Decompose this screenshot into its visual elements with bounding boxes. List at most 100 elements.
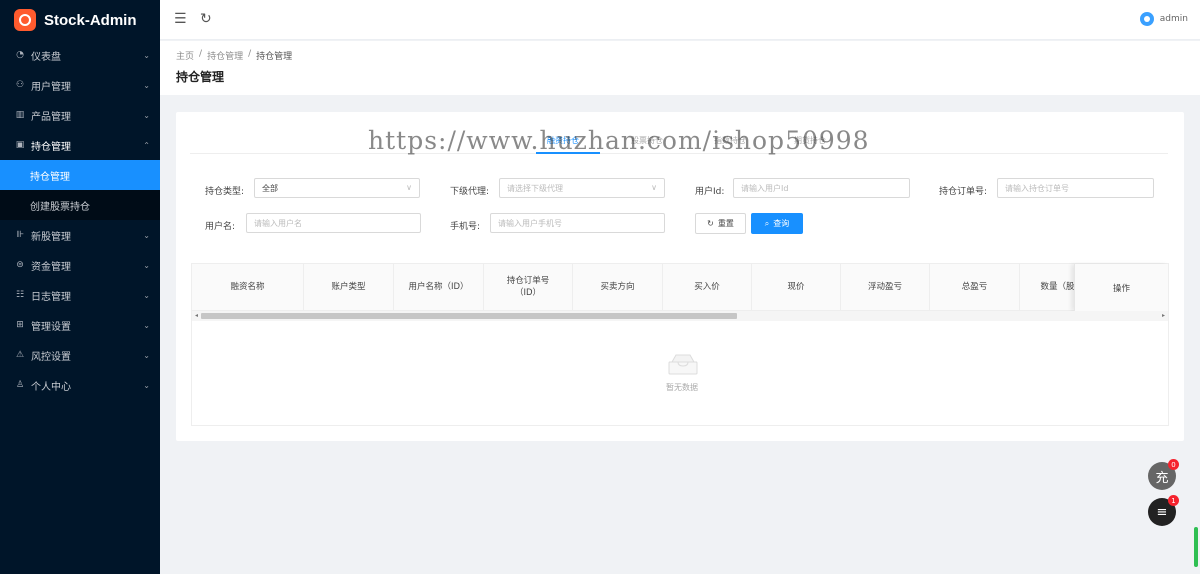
agent-select[interactable]: 请选择下级代理 ∨ [499, 178, 665, 198]
tab-margin-position[interactable]: 融资持仓 [547, 135, 579, 146]
side-indicator [1194, 527, 1198, 567]
sidebar-subitem[interactable]: 持仓管理 [0, 160, 160, 190]
column-header: 浮动盈亏 [841, 264, 930, 310]
chart-icon: ▥ [15, 110, 25, 120]
search-icon: ⌕ [764, 218, 770, 228]
position-type-label: 持仓类型: [205, 187, 245, 197]
column-header: 账户类型 [304, 264, 394, 310]
sidebar-item-label: 个人中心 [31, 381, 71, 393]
recharge-button[interactable]: 充 0 [1148, 459, 1179, 490]
top-header: ☰ ↻ admin [160, 0, 1200, 40]
breadcrumb-parent[interactable]: 持仓管理 [207, 49, 243, 62]
breadcrumb-home[interactable]: 主页 [176, 49, 194, 62]
sidebar-subitem[interactable]: 创建股票持仓 [0, 190, 160, 220]
reset-icon: ↻ [707, 219, 714, 228]
sidebar-item-label: 用户管理 [31, 81, 71, 93]
column-header: 总盈亏 [930, 264, 1020, 310]
sidebar-item-label: 仪表盘 [31, 51, 61, 63]
dashboard-icon: ◔ [16, 50, 24, 60]
user-icon: ♙ [15, 380, 25, 390]
agent-placeholder: 请选择下级代理 [507, 183, 563, 193]
empty-text: 暂无数据 [666, 383, 698, 392]
recharge-badge: 0 [1168, 459, 1179, 470]
sidebar-submenu: 持仓管理 创建股票持仓 [0, 160, 160, 220]
app-name: Stock-Admin [44, 11, 137, 29]
log-icon: ☷ [15, 290, 25, 300]
position-tabs: 融资持仓 股票持仓 指数持仓 期货持仓 [190, 130, 1168, 154]
funds-icon: ⊜ [16, 260, 24, 270]
scroll-left-icon[interactable]: ◂ [195, 311, 198, 321]
tab-futures-position[interactable]: 期货持仓 [794, 135, 826, 146]
settings-icon: ⊞ [16, 320, 24, 330]
user-name: admin [1159, 14, 1188, 24]
order-no-input[interactable]: 请输入持仓订单号 [997, 178, 1154, 198]
sidebar-item-3[interactable]: ▥ 产品管理 ⌄ [0, 100, 160, 130]
phone-placeholder: 请输入用户手机号 [498, 218, 562, 228]
user-id-input[interactable]: 请输入用户Id [733, 178, 910, 198]
refresh-icon[interactable]: ↻ [200, 11, 212, 27]
sidebar-item-label: 风控设置 [31, 351, 71, 363]
sidebar-item-label: 产品管理 [31, 111, 71, 123]
chevron-down-icon: ⌄ [143, 320, 150, 330]
user-id-label: 用户Id: [695, 187, 725, 197]
empty-inbox-icon [668, 354, 698, 375]
sidebar-item-label: 持仓管理 [31, 141, 71, 153]
sidebar-item-6[interactable]: ⊜ 资金管理 ⌄ [0, 250, 160, 280]
service-button[interactable]: ≡ 1 [1148, 495, 1179, 526]
sidebar-item-7[interactable]: ☷ 日志管理 ⌄ [0, 280, 160, 310]
chevron-down-icon: ⌄ [143, 110, 150, 120]
breadcrumb-separator: / [248, 49, 252, 59]
column-header-actions: 操作 [1074, 264, 1168, 311]
column-header: 现价 [752, 264, 841, 310]
chevron-down-icon: ⌄ [143, 350, 150, 360]
tab-index-position[interactable]: 指数持仓 [714, 135, 746, 146]
position-icon: ▣ [15, 140, 25, 150]
breadcrumb-current: 持仓管理 [256, 52, 293, 62]
users-icon: ⚇ [15, 80, 25, 90]
sidebar-item-label: 资金管理 [31, 261, 71, 273]
chevron-down-icon: ⌄ [143, 50, 150, 60]
sidebar-item-8[interactable]: ⊞ 管理设置 ⌄ [0, 310, 160, 340]
page-header: 主页 / 持仓管理 / 持仓管理 持仓管理 [160, 41, 1200, 95]
query-label: 查询 [773, 219, 790, 228]
reset-button[interactable]: ↻ 重置 [695, 213, 746, 234]
table-header: 融资名称 账户类型 用户名称（ID） 持仓订单号 （ID） 买卖方向 买入价 现价 浮动盈亏总… [192, 264, 1168, 311]
column-header: 买卖方向 [573, 264, 663, 310]
order-no-placeholder: 请输入持仓订单号 [1005, 183, 1069, 193]
username-input[interactable]: 请输入用户名 [246, 213, 421, 233]
sidebar-item-label: 日志管理 [31, 291, 71, 303]
column-header: 融资名称 [192, 264, 304, 310]
column-header: 用户名称（ID） [394, 264, 484, 310]
logo-icon [14, 9, 36, 31]
newstock-icon: ⊪ [16, 230, 24, 240]
user-id-placeholder: 请输入用户Id [741, 183, 789, 193]
menu-fold-icon[interactable]: ☰ [174, 11, 187, 27]
sidebar-item-1[interactable]: ◔ 仪表盘 ⌄ [0, 40, 160, 70]
agent-label: 下级代理: [450, 187, 490, 197]
chevron-down-icon: ⌄ [143, 80, 150, 90]
chevron-down-icon: ⌄ [143, 290, 150, 300]
position-type-select[interactable]: 全部 ∨ [254, 178, 420, 198]
scroll-thumb[interactable] [201, 313, 737, 319]
query-button[interactable]: ⌕ 查询 [751, 213, 803, 234]
chevron-down-icon: ⌄ [143, 380, 150, 390]
chevron-down-icon: ∨ [651, 183, 657, 192]
horizontal-scrollbar[interactable]: ◂ ▸ [192, 311, 1168, 321]
sidebar-item-10[interactable]: ♙ 个人中心 ⌄ [0, 370, 160, 400]
page-title: 持仓管理 [176, 70, 225, 84]
sidebar-item-5[interactable]: ⊪ 新股管理 ⌄ [0, 220, 160, 250]
app-logo[interactable]: Stock-Admin [0, 0, 160, 40]
sidebar-item-4[interactable]: ▣ 持仓管理 ⌃ [0, 130, 160, 160]
sidebar-item-2[interactable]: ⚇ 用户管理 ⌄ [0, 70, 160, 100]
sidebar-item-label: 新股管理 [31, 231, 71, 243]
tab-active-indicator [536, 152, 600, 154]
tab-stock-position[interactable]: 股票持仓 [631, 135, 663, 146]
column-header: 买入价 [663, 264, 752, 310]
sidebar-menu: ◔ 仪表盘 ⌄ ⚇ 用户管理 ⌄ ▥ 产品管理 ⌄ ▣ 持仓管理 ⌃ 持仓管理 创建股票持仓 ⊪ 新股管理 ⌄ ⊜… [0, 40, 160, 400]
sidebar: Stock-Admin ◔ 仪表盘 ⌄ ⚇ 用户管理 ⌄ ▥ 产品管理 ⌄ ▣ 持仓管理 ⌃ 持仓管理创… [0, 0, 160, 574]
chevron-down-icon: ∨ [406, 183, 412, 192]
phone-input[interactable]: 请输入用户手机号 [490, 213, 665, 233]
sidebar-item-9[interactable]: ⚠ 风控设置 ⌄ [0, 340, 160, 370]
user-menu[interactable]: admin [1139, 12, 1188, 26]
scroll-right-icon[interactable]: ▸ [1162, 311, 1165, 321]
